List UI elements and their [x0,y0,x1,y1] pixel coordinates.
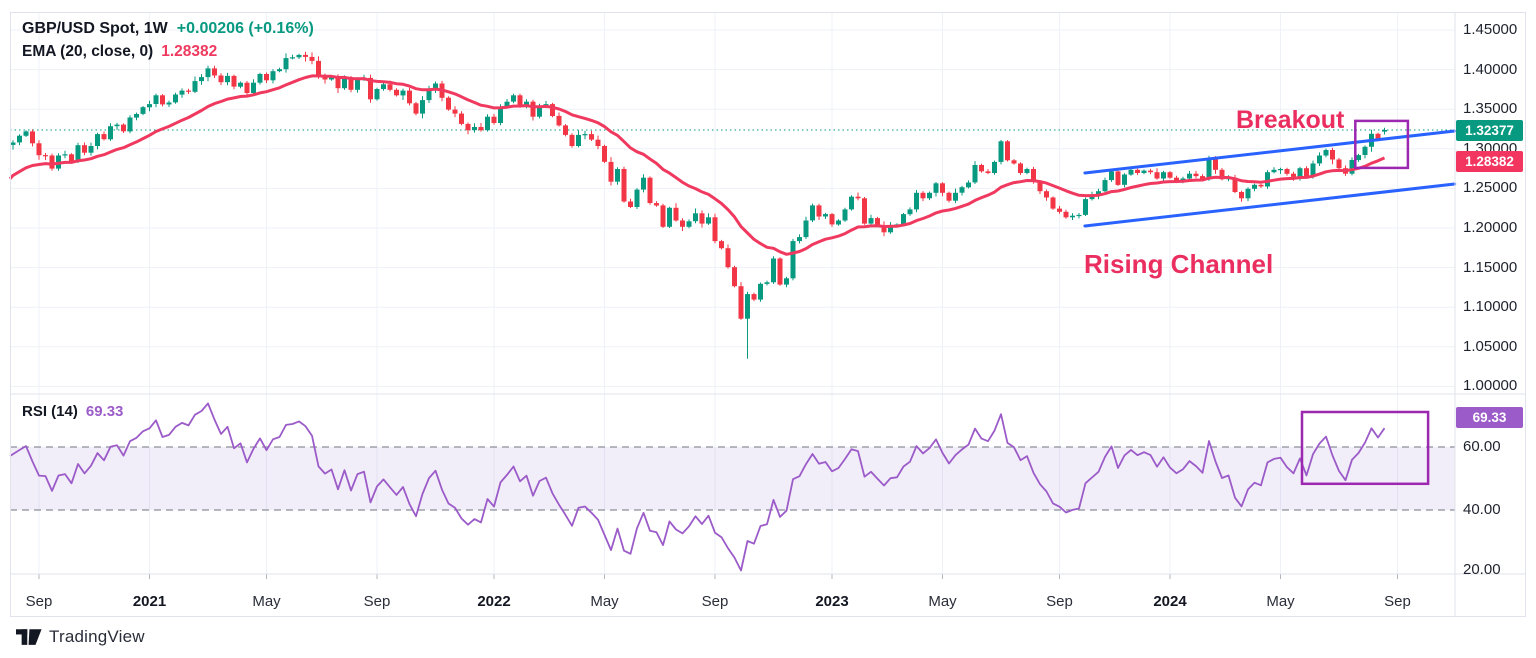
time-tick-label: May [252,593,280,610]
time-tick-label: Sep [702,593,729,610]
time-tick-label: Sep [26,593,53,610]
time-tick-label: 2024 [1153,593,1186,610]
tradingview-logo[interactable]: TradingView [16,627,145,647]
rsi-tick-label: 60.00 [1463,438,1501,455]
time-tick-label: 2022 [477,593,510,610]
breakout-annotation[interactable]: Breakout [1236,106,1344,135]
rsi-tick-label: 20.00 [1463,561,1501,578]
time-tick-label: 2021 [133,593,166,610]
symbol-title: GBP/USD Spot, 1W [22,20,168,37]
time-tick-label: Sep [1384,593,1411,610]
rsi-value: 69.33 [86,403,124,420]
time-tick-label: Sep [364,593,391,610]
price-tick-label: 1.10000 [1463,298,1517,315]
price-tick-label: 1.00000 [1463,377,1517,394]
rsi-legend-row[interactable]: RSI (14) 69.33 [22,403,123,420]
change-value: +0.00206 (+0.16%) [177,20,314,37]
chart-plot-area[interactable] [0,0,1536,658]
price-tick-label: 1.05000 [1463,338,1517,355]
tradingview-logo-text: TradingView [49,627,145,647]
rsi-value-badge: 69.33 [1456,407,1523,428]
time-tick-label: May [590,593,618,610]
rising-channel-annotation[interactable]: Rising Channel [1084,249,1273,280]
price-tick-label: 1.20000 [1463,219,1517,236]
price-tick-label: 1.15000 [1463,259,1517,276]
candles-layer [11,52,1388,359]
ema-label: EMA (20, close, 0) [22,43,153,60]
breakout-box [1355,121,1408,168]
channel-line [1085,184,1455,226]
rsi-label: RSI (14) [22,403,78,420]
price-tick-label: 1.35000 [1463,100,1517,117]
tradingview-logo-icon [16,628,42,647]
time-tick-label: May [1266,593,1294,610]
time-tick-label: Sep [1046,593,1073,610]
price-tick-label: 1.45000 [1463,21,1517,38]
time-tick-label: 2023 [815,593,848,610]
time-tick-label: May [928,593,956,610]
rsi-tick-label: 40.00 [1463,501,1501,518]
price-tick-label: 1.40000 [1463,61,1517,78]
ema-legend-row[interactable]: EMA (20, close, 0) 1.28382 [22,43,217,61]
price-tick-label: 1.25000 [1463,179,1517,196]
ema-value-badge: 1.28382 [1456,151,1523,172]
symbol-legend-row[interactable]: GBP/USD Spot, 1W +0.00206 (+0.16%) [22,20,314,38]
ema-value: 1.28382 [161,43,217,60]
tradingview-chart-snapshot: GBP/USD Spot, 1W +0.00206 (+0.16%) EMA (2… [0,0,1536,658]
current-price-badge: 1.32377 [1456,120,1523,141]
